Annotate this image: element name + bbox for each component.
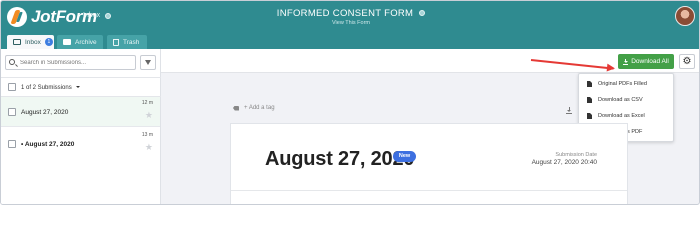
document-icon <box>587 97 592 103</box>
user-avatar[interactable] <box>675 6 695 26</box>
filter-icon <box>145 60 151 65</box>
info-icon[interactable] <box>105 12 112 19</box>
download-icon <box>623 58 629 65</box>
search-input[interactable] <box>5 55 136 70</box>
submission-date-text: August 27, 2020 <box>24 141 75 148</box>
tab-inbox-label: Inbox <box>25 38 41 46</box>
archive-icon <box>63 39 71 45</box>
tab-inbox[interactable]: Inbox 1 <box>7 35 54 49</box>
settings-button[interactable]: ⚙ <box>679 54 695 69</box>
download-all-label: Download All <box>631 58 669 65</box>
form-settings-icon[interactable] <box>419 10 426 17</box>
document-icon <box>587 81 592 87</box>
divider <box>231 190 627 191</box>
unread-dot: • <box>21 141 24 148</box>
inbox-count-badge: 1 <box>44 38 53 46</box>
submission-row[interactable]: • August 27, 2020 13 m ★ <box>1 129 160 159</box>
submission-date-value: August 27, 2020 20:40 <box>531 159 597 166</box>
submission-time: 13 m <box>141 132 153 138</box>
download-all-button[interactable]: Download All <box>618 54 674 69</box>
submission-checkbox[interactable] <box>8 140 16 148</box>
menu-item-excel[interactable]: Download as Excel <box>587 112 645 120</box>
gear-icon: ⚙ <box>682 56 692 67</box>
jotform-logo-icon <box>7 7 27 27</box>
card-title: August 27, 2020 <box>265 148 415 170</box>
selection-row: 1 of 2 Submissions <box>1 77 161 97</box>
menu-item-label: Original PDFs Filled <box>598 81 647 87</box>
menu-item-original-pdfs[interactable]: Original PDFs Filled <box>587 80 647 88</box>
tab-trash[interactable]: Trash <box>107 35 147 49</box>
select-all-checkbox[interactable] <box>8 83 16 91</box>
tab-archive-label: Archive <box>75 38 97 46</box>
add-tag-label: + Add a tag <box>244 105 275 111</box>
submission-date: • August 27, 2020 <box>21 141 74 148</box>
search-icon <box>9 59 15 65</box>
menu-item-csv[interactable]: Download as CSV <box>587 96 643 104</box>
filter-button[interactable] <box>140 55 156 70</box>
top-header: JotForm Inbox INFORMED CONSENT FORM View… <box>1 1 699 32</box>
selection-count: 1 of 2 Submissions <box>21 85 72 91</box>
tab-archive[interactable]: Archive <box>57 35 103 49</box>
submission-card: August 27, 2020 Submission Date August 2… <box>230 123 628 204</box>
submission-checkbox[interactable] <box>8 108 16 116</box>
envelope-icon <box>13 39 21 45</box>
tag-icon <box>233 105 239 111</box>
trash-icon <box>113 38 119 46</box>
download-icon[interactable] <box>566 107 572 114</box>
inbox-title[interactable]: Inbox <box>83 12 112 19</box>
form-title-text: INFORMED CONSENT FORM <box>276 8 414 19</box>
submission-time: 12 m <box>141 100 153 106</box>
submissions-sidebar: 1 of 2 Submissions August 27, 2020 12 m … <box>1 49 161 204</box>
add-tag-button[interactable]: + Add a tag <box>233 105 275 111</box>
tab-bar: Inbox 1 Archive Trash <box>1 32 699 49</box>
tab-trash-label: Trash <box>123 38 140 46</box>
view-form-link[interactable]: View This Form <box>251 20 451 26</box>
new-badge: New <box>393 151 416 162</box>
form-title[interactable]: INFORMED CONSENT FORM <box>251 8 451 19</box>
document-icon <box>587 113 592 119</box>
inbox-title-label: Inbox <box>83 12 101 19</box>
menu-item-label: Download as Excel <box>598 113 645 119</box>
star-icon[interactable]: ★ <box>145 111 153 120</box>
annotation-arrow-head <box>606 63 616 73</box>
submission-date: August 27, 2020 <box>21 109 69 116</box>
submission-row[interactable]: August 27, 2020 12 m ★ <box>1 97 160 127</box>
submission-date-label: Submission Date <box>555 152 597 158</box>
jotform-inbox-window: JotForm Inbox INFORMED CONSENT FORM View… <box>0 0 700 205</box>
menu-item-label: Download as CSV <box>598 97 643 103</box>
chevron-down-icon <box>76 86 81 89</box>
selection-dropdown[interactable]: 1 of 2 Submissions <box>21 85 81 91</box>
star-icon[interactable]: ★ <box>145 143 153 152</box>
